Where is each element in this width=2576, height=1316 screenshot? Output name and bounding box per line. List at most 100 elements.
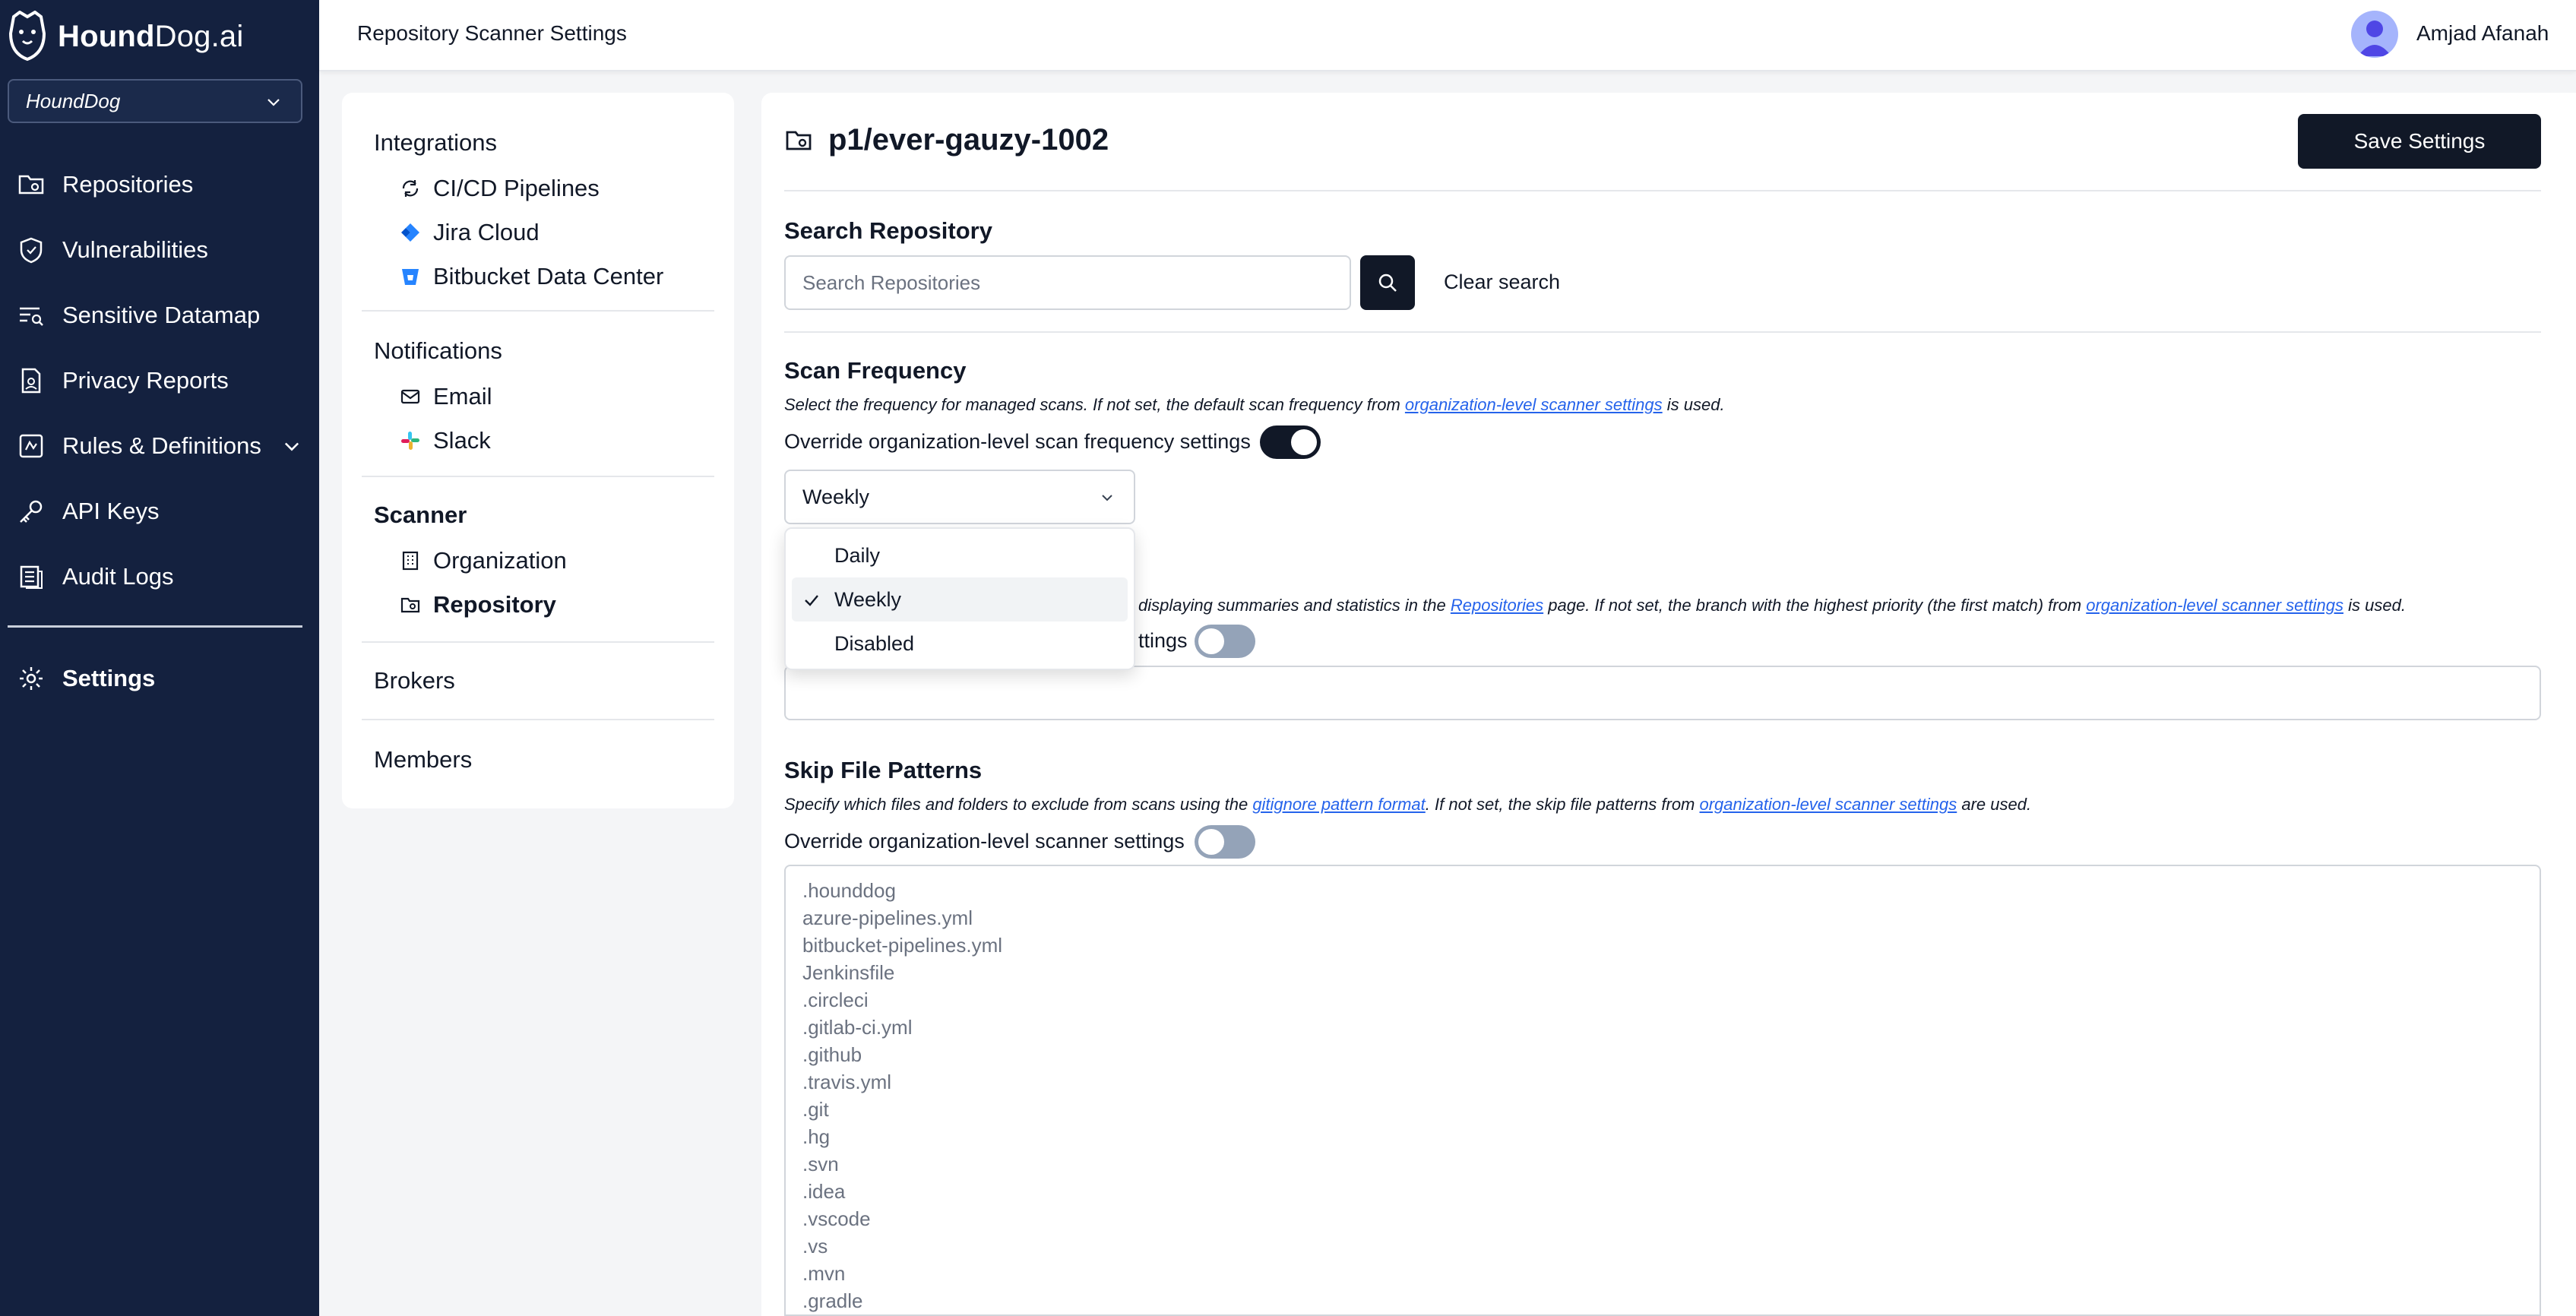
repo-folder-icon <box>786 131 812 150</box>
toggle-knob <box>1198 829 1224 855</box>
scan-frequency-selected-value: Weekly <box>802 485 870 508</box>
mail-icon <box>400 389 420 404</box>
settings-nav-item-email[interactable]: Email <box>400 383 492 410</box>
settings-nav-item-brokers[interactable]: Brokers <box>374 667 455 694</box>
pattern-line: .mvn <box>802 1262 846 1285</box>
settings-nav-label: Jira Cloud <box>433 219 540 245</box>
settings-nav-item-bitbucket-data-center[interactable]: Bitbucket Data Center <box>400 263 663 290</box>
settings-nav-item-jira-cloud[interactable]: Jira Cloud <box>400 219 540 246</box>
key-icon <box>20 500 43 523</box>
chevron-down-icon[interactable] <box>281 435 302 457</box>
settings-nav-divider <box>362 310 714 312</box>
check-icon <box>805 595 818 606</box>
dropdown-option-disabled[interactable]: Disabled <box>792 622 1128 666</box>
org-scanner-settings-link[interactable]: organization-level scanner settings <box>1405 395 1663 414</box>
audit-log-icon <box>20 565 43 589</box>
override-skip-patterns-label: Override organization-level scanner sett… <box>784 830 1185 853</box>
pattern-line: .idea <box>802 1180 846 1203</box>
search-button[interactable] <box>1360 255 1415 310</box>
search-input[interactable] <box>784 255 1351 310</box>
sidebar-item-api-keys[interactable]: API Keys <box>0 479 319 544</box>
override-default-branch-toggle[interactable] <box>1195 625 1255 658</box>
brand-logo[interactable]: HoundDog.ai <box>6 8 243 65</box>
sidebar-nav: Repositories Vulnerabilities Sensitive D… <box>0 152 319 609</box>
settings-nav-heading-notifications: Notifications <box>374 337 502 364</box>
override-skip-patterns-toggle[interactable] <box>1195 825 1255 859</box>
search-icon <box>1378 274 1397 292</box>
scan-frequency-select[interactable]: Weekly <box>784 470 1135 524</box>
divider <box>784 331 2541 333</box>
sidebar-item-settings[interactable]: Settings <box>0 646 319 711</box>
gear-icon <box>20 667 43 690</box>
pattern-line: .hg <box>802 1125 831 1148</box>
sidebar-item-label: Audit Logs <box>62 563 174 590</box>
clear-search-button[interactable]: Clear search <box>1444 270 1560 294</box>
toggle-knob <box>1198 628 1224 654</box>
pattern-line: Jenkinsfile <box>802 961 895 984</box>
user-avatar-icon <box>2358 21 2391 56</box>
divider <box>784 190 2541 191</box>
dropdown-option-weekly[interactable]: Weekly <box>792 577 1128 622</box>
default-branch-description: displaying summaries and statistics in t… <box>1138 596 2406 615</box>
sidebar-item-rules-definitions[interactable]: Rules & Definitions <box>0 413 319 479</box>
skip-file-patterns-heading: Skip File Patterns <box>784 757 983 783</box>
settings-nav-item-repository[interactable]: Repository <box>400 591 556 618</box>
sidebar-item-label: Settings <box>62 665 156 691</box>
settings-nav-item-members[interactable]: Members <box>374 746 472 773</box>
toggle-knob <box>1291 429 1317 455</box>
settings-nav-heading-integrations: Integrations <box>374 129 497 156</box>
settings-nav-label: Bitbucket Data Center <box>433 263 664 289</box>
pattern-line: azure-pipelines.yml <box>802 906 973 929</box>
bitbucket-icon <box>402 269 419 285</box>
sidebar-item-label: Sensitive Datamap <box>62 302 261 328</box>
settings-nav-item-slack[interactable]: Slack <box>400 427 491 454</box>
settings-nav-label: Organization <box>433 547 567 574</box>
repo-folder-icon <box>18 175 44 195</box>
building-icon <box>402 551 419 571</box>
sidebar-item-label: Privacy Reports <box>62 367 229 394</box>
skip-file-patterns-description: Specify which files and folders to exclu… <box>784 795 2032 814</box>
repository-title: p1/ever-gauzy-1002 <box>784 123 1109 157</box>
user-name[interactable]: Amjad Afanah <box>2416 21 2549 46</box>
gitignore-format-link[interactable]: gitignore pattern format <box>1252 795 1425 814</box>
settings-nav-heading-scanner: Scanner <box>374 501 467 528</box>
pattern-line: .github <box>802 1043 862 1066</box>
sidebar-item-vulnerabilities[interactable]: Vulnerabilities <box>0 217 319 283</box>
hound-logo-icon <box>8 11 46 62</box>
pattern-line: .svn <box>802 1153 839 1175</box>
scan-frequency-heading: Scan Frequency <box>784 357 967 384</box>
skip-file-patterns-textarea[interactable]: .hounddog azure-pipelines.yml bitbucket-… <box>784 865 2541 1316</box>
sidebar: HoundDog.ai HoundDog Repositories Vulner… <box>0 0 319 1316</box>
organization-selector[interactable]: HoundDog <box>8 79 302 123</box>
brand-name: HoundDog.ai <box>58 19 244 53</box>
repositories-page-link[interactable]: Repositories <box>1451 596 1543 615</box>
org-scanner-settings-link[interactable]: organization-level scanner settings <box>1700 795 1957 814</box>
dropdown-option-daily[interactable]: Daily <box>792 533 1128 577</box>
option-label: Weekly <box>834 587 902 611</box>
sidebar-item-audit-logs[interactable]: Audit Logs <box>0 544 319 609</box>
pattern-line: .circleci <box>802 989 869 1011</box>
org-scanner-settings-link[interactable]: organization-level scanner settings <box>2086 596 2343 615</box>
pattern-line: .git <box>802 1098 829 1121</box>
sync-icon <box>402 180 419 197</box>
settings-nav-card: Integrations CI/CD Pipelines Jira Cloud … <box>342 93 734 808</box>
override-scan-frequency-toggle[interactable] <box>1260 425 1321 459</box>
settings-nav-item-cicd-pipelines[interactable]: CI/CD Pipelines <box>400 175 600 202</box>
chevron-down-icon <box>267 99 280 106</box>
scan-frequency-dropdown-menu: Daily Weekly Disabled <box>784 527 1135 670</box>
pattern-line: .gradle <box>802 1289 863 1312</box>
repository-name: p1/ever-gauzy-1002 <box>828 123 1109 157</box>
sidebar-item-label: Repositories <box>62 171 194 198</box>
sidebar-item-repositories[interactable]: Repositories <box>0 152 319 217</box>
sidebar-item-sensitive-datamap[interactable]: Sensitive Datamap <box>0 283 319 348</box>
option-label: Disabled <box>834 631 915 655</box>
datamap-icon <box>20 307 43 326</box>
chevron-down-icon <box>1102 495 1112 501</box>
sidebar-item-privacy-reports[interactable]: Privacy Reports <box>0 348 319 413</box>
settings-nav-item-organization[interactable]: Organization <box>400 547 567 574</box>
pattern-line: .gitlab-ci.yml <box>802 1016 913 1039</box>
avatar[interactable] <box>2351 11 2398 58</box>
save-settings-button[interactable]: Save Settings <box>2298 114 2541 169</box>
default-branch-input[interactable] <box>784 666 2541 720</box>
override-default-branch-label: ttings <box>1138 629 1188 652</box>
